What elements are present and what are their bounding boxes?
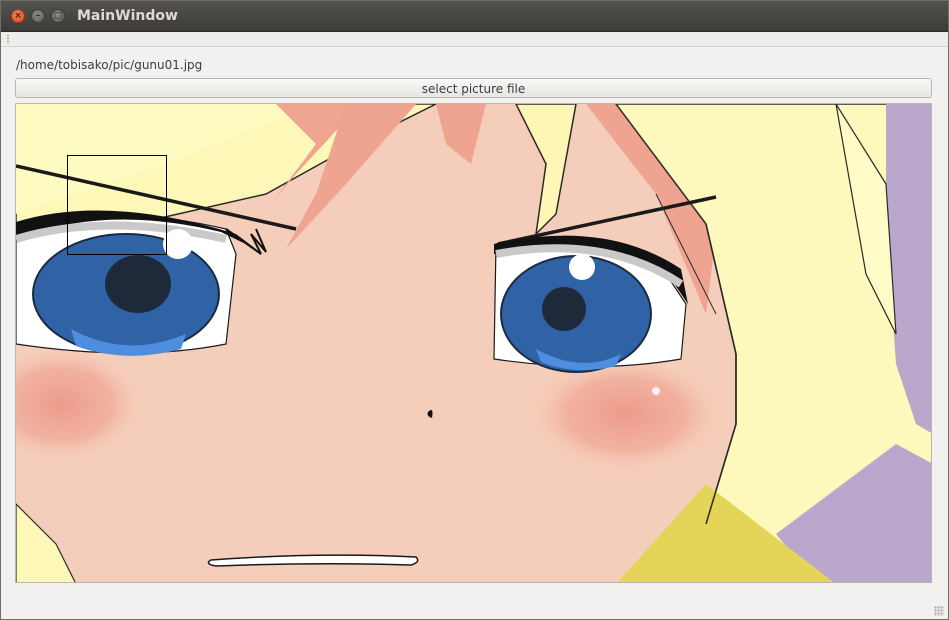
status-bar: [1, 596, 948, 620]
maximize-button[interactable]: □: [51, 9, 65, 23]
file-path-label: /home/tobisako/pic/gunu01.jpg: [16, 58, 203, 72]
minimize-button[interactable]: –: [31, 9, 45, 23]
selection-rectangle[interactable]: [67, 155, 167, 255]
picture-view[interactable]: [15, 103, 932, 583]
select-picture-button[interactable]: select picture file: [15, 78, 932, 98]
resize-grip-icon[interactable]: [934, 606, 944, 616]
close-icon: ×: [14, 11, 22, 21]
maximize-icon: □: [53, 11, 63, 21]
toolbar-area: [1, 32, 948, 47]
close-button[interactable]: ×: [11, 9, 25, 23]
main-window: × – □ MainWindow /home/tobisako/pic/gunu…: [0, 0, 949, 620]
toolbar-grip-icon[interactable]: [6, 34, 10, 44]
window-title: MainWindow: [77, 8, 178, 24]
minimize-icon: –: [35, 11, 41, 21]
title-bar[interactable]: × – □ MainWindow: [1, 1, 948, 32]
